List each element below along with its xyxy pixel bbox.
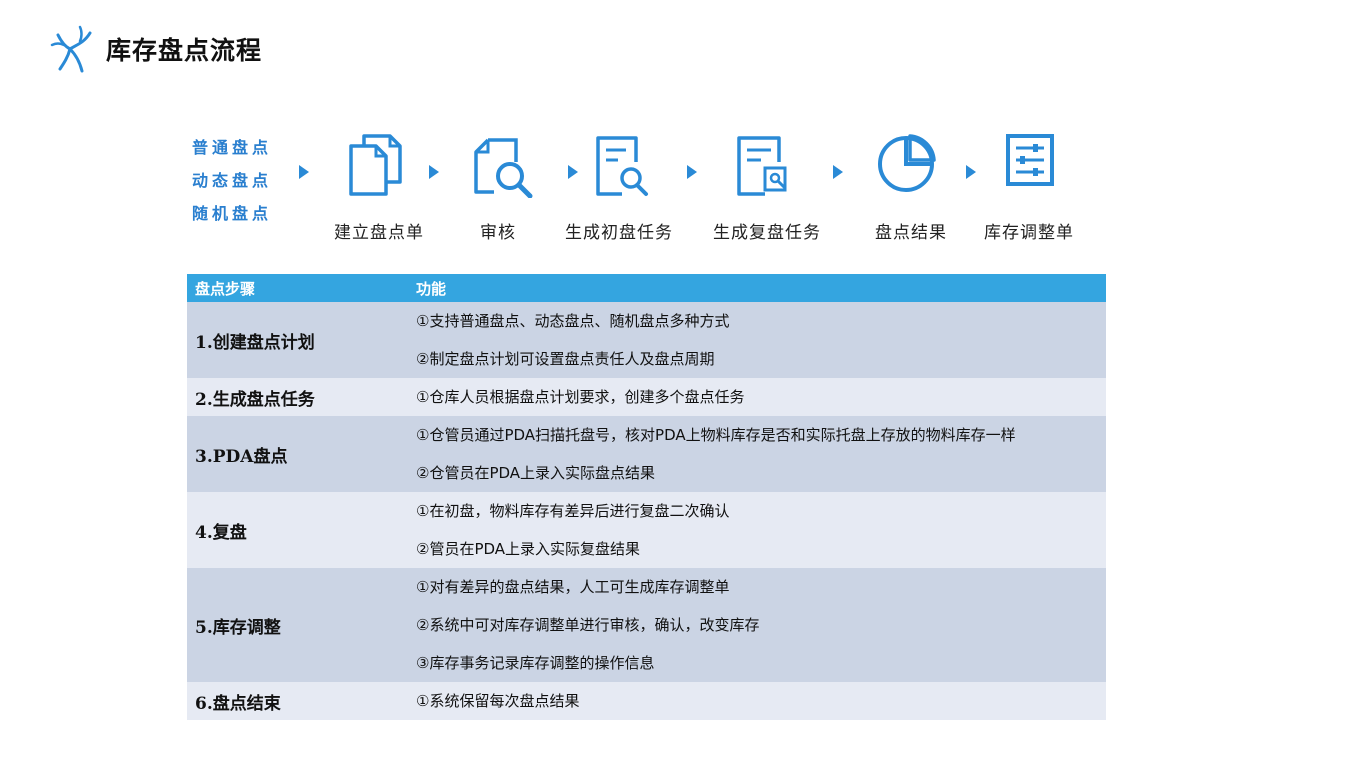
type-label: 动态盘点 [192,171,273,190]
table-row: 1.创建盘点计划 ①支持普通盘点、动态盘点、随机盘点多种方式 ②制定盘点计划可设… [187,302,1106,378]
function-cell: ①仓库人员根据盘点计划要求，创建多个盘点任务 [416,388,745,406]
type-label: 随机盘点 [192,204,273,223]
table-row: 3.PDA盘点 ①仓管员通过PDA扫描托盘号，核对PDA上物料库存是否和实际托盘… [187,416,1106,492]
step-cell: 4.复盘 [195,522,247,543]
flow-arrow-icon [687,165,697,179]
flow-arrow-icon [299,165,309,179]
table-row: 6.盘点结束 ①系统保留每次盘点结果 [187,682,1106,720]
step-adjustment [1005,132,1055,188]
inventory-steps-table: 盘点步骤 功能 1.创建盘点计划 ①支持普通盘点、动态盘点、随机盘点多种方式 ②… [187,274,1106,720]
document-review-icon [737,136,787,196]
table-row: 4.复盘 ①在初盘，物料库存有差异后进行复盘二次确认 ②管员在PDA上录入实际复… [187,492,1106,568]
adjustment-list-icon [1006,134,1054,186]
step-label: 审核 [480,223,516,243]
step-label: 盘点结果 [875,223,947,243]
pie-chart-icon [878,134,936,192]
flow-arrow-icon [833,165,843,179]
step-label: 生成初盘任务 [565,223,673,243]
step-cell: 1.创建盘点计划 [195,332,315,353]
function-cell: ①支持普通盘点、动态盘点、随机盘点多种方式 [416,312,730,330]
step-cell: 2.生成盘点任务 [195,389,315,410]
header-step: 盘点步骤 [195,279,256,298]
step-initial-task [594,132,650,198]
step-label: 库存调整单 [984,223,1074,243]
table-row: 2.生成盘点任务 ①仓库人员根据盘点计划要求，创建多个盘点任务 [187,378,1106,416]
type-label: 普通盘点 [192,138,273,157]
step-cell: 5.库存调整 [195,617,281,638]
step-cell: 3.PDA盘点 [195,446,288,467]
step-result [876,132,936,194]
document-magnify-icon [596,136,648,196]
flow-arrow-icon [429,165,439,179]
documents-icon [349,134,402,196]
flow-arrow-icon [568,165,578,179]
function-cell: ①系统保留每次盘点结果 [416,692,580,710]
process-flow: 普通盘点 动态盘点 随机盘点 建立盘点单 审核 生成初盘任务 生成复盘任务 盘点… [0,0,1350,260]
step-review [472,132,534,198]
step-cell: 6.盘点结束 [195,693,281,714]
function-cell: ①仓管员通过PDA扫描托盘号，核对PDA上物料库存是否和实际托盘上存放的物料库存… [416,426,1016,444]
step-recheck-task [735,132,795,198]
function-cell: ②系统中可对库存调整单进行审核，确认，改变库存 [416,616,760,634]
function-cell: ①对有差异的盘点结果，人工可生成库存调整单 [416,578,730,596]
step-label: 建立盘点单 [334,223,424,243]
function-cell: ②管员在PDA上录入实际复盘结果 [416,540,641,558]
table-row: 5.库存调整 ①对有差异的盘点结果，人工可生成库存调整单 ②系统中可对库存调整单… [187,568,1106,682]
inventory-types: 普通盘点 动态盘点 随机盘点 [192,136,272,235]
header-function: 功能 [416,279,447,298]
function-cell: ①在初盘，物料库存有差异后进行复盘二次确认 [416,502,730,520]
function-cell: ③库存事务记录库存调整的操作信息 [416,654,655,672]
function-cell: ②制定盘点计划可设置盘点责任人及盘点周期 [416,350,715,368]
function-cell: ②仓管员在PDA上录入实际盘点结果 [416,464,656,482]
step-create-order [346,132,406,198]
step-label: 生成复盘任务 [713,223,821,243]
flow-arrow-icon [966,165,976,179]
table-header: 盘点步骤 功能 [187,274,1106,302]
document-search-icon [474,138,533,198]
